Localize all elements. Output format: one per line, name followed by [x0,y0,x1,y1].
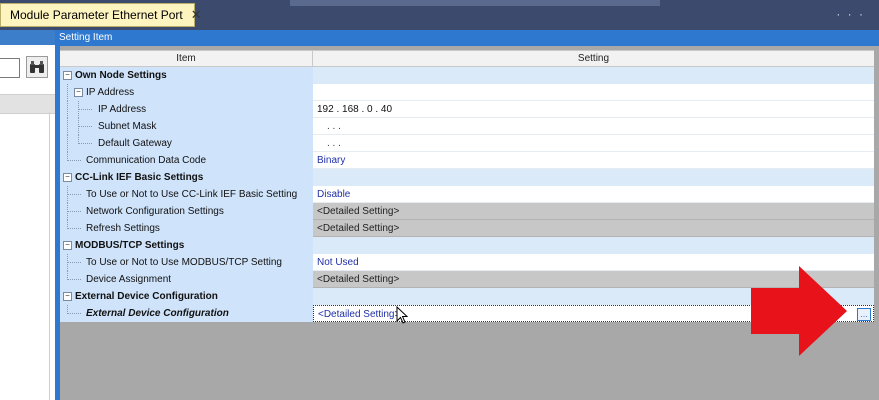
item-label: Network Configuration Settings [86,206,224,217]
ip-address-field[interactable]: 192 . 168 . 0 . 40 [313,101,874,118]
setting-cell [313,237,874,254]
detailed-setting-cell[interactable]: <Detailed Setting> [313,203,874,220]
grid-row[interactable]: To Use or Not to Use CC-Link IEF Basic S… [60,186,874,203]
detailed-setting-link[interactable]: <Detailed Setting> [318,309,400,320]
tab-module-parameter-ethernet-port[interactable]: Module Parameter Ethernet Port ✕ [0,3,202,27]
subnet-mask-field[interactable]: . . . [313,118,874,135]
find-button[interactable] [26,56,48,78]
setting-item-title: Setting Item [55,30,879,46]
item-label: To Use or Not to Use MODBUS/TCP Setting [86,257,282,268]
left-pane-header-bar [0,94,55,114]
setting-cell [313,67,874,84]
collapse-icon[interactable]: − [63,173,72,182]
tab-strip-decoration [290,0,660,6]
setting-cell [313,169,874,186]
grid-row[interactable]: Network Configuration Settings <Detailed… [60,203,874,220]
grid-row[interactable]: Subnet Mask . . . [60,118,874,135]
grid-row[interactable]: − IP Address [60,84,874,101]
item-label: Device Assignment [86,274,172,285]
grid-row[interactable]: IP Address 192 . 168 . 0 . 40 [60,101,874,118]
left-pane-header [0,30,55,45]
category-label: External Device Configuration [75,291,218,302]
tab-menu-icon[interactable]: · · · [836,7,865,21]
item-label: Communication Data Code [86,155,207,166]
item-label: To Use or Not to Use CC-Link IEF Basic S… [86,189,298,200]
item-label: External Device Configuration [86,308,229,319]
grid-row[interactable]: Communication Data Code Binary [60,152,874,169]
grid-header: Item Setting [60,50,874,67]
collapse-icon[interactable]: − [63,71,72,80]
column-header-item[interactable]: Item [60,51,313,66]
category-label: MODBUS/TCP Settings [75,240,185,251]
grid-row[interactable]: − Own Node Settings [60,67,874,84]
close-icon[interactable]: ✕ [191,7,202,23]
item-label: Subnet Mask [98,121,157,132]
item-label: Default Gateway [98,138,172,149]
left-pane-divider [49,112,50,400]
setting-cell[interactable]: Binary [313,152,874,169]
grid-row[interactable]: − CC-Link IEF Basic Settings [60,169,874,186]
grid-row[interactable]: Refresh Settings <Detailed Setting> [60,220,874,237]
item-label: IP Address [86,87,135,98]
ellipsis-button[interactable]: ... [857,308,871,321]
setting-cell[interactable]: Disable [313,186,874,203]
column-header-setting[interactable]: Setting [313,51,874,66]
category-label: CC-Link IEF Basic Settings [75,172,204,183]
binoculars-icon [30,61,44,73]
grid-row[interactable]: Default Gateway . . . [60,135,874,152]
tab-label: Module Parameter Ethernet Port [10,8,183,22]
item-label: Refresh Settings [86,223,160,234]
mouse-cursor-icon [396,306,408,324]
collapse-icon[interactable]: − [74,88,83,97]
collapse-icon[interactable]: − [63,292,72,301]
grid-row[interactable]: − MODBUS/TCP Settings [60,237,874,254]
search-input[interactable] [0,58,20,78]
detailed-setting-cell[interactable]: <Detailed Setting> [313,220,874,237]
collapse-icon[interactable]: − [63,241,72,250]
red-arrow-icon [751,266,847,356]
document-tab-strip: Module Parameter Ethernet Port ✕ · · · [0,0,879,30]
category-label: Own Node Settings [75,70,167,81]
left-pane [0,30,55,400]
item-label: IP Address [98,104,147,115]
default-gateway-field[interactable]: . . . [313,135,874,152]
setting-cell [313,84,874,101]
